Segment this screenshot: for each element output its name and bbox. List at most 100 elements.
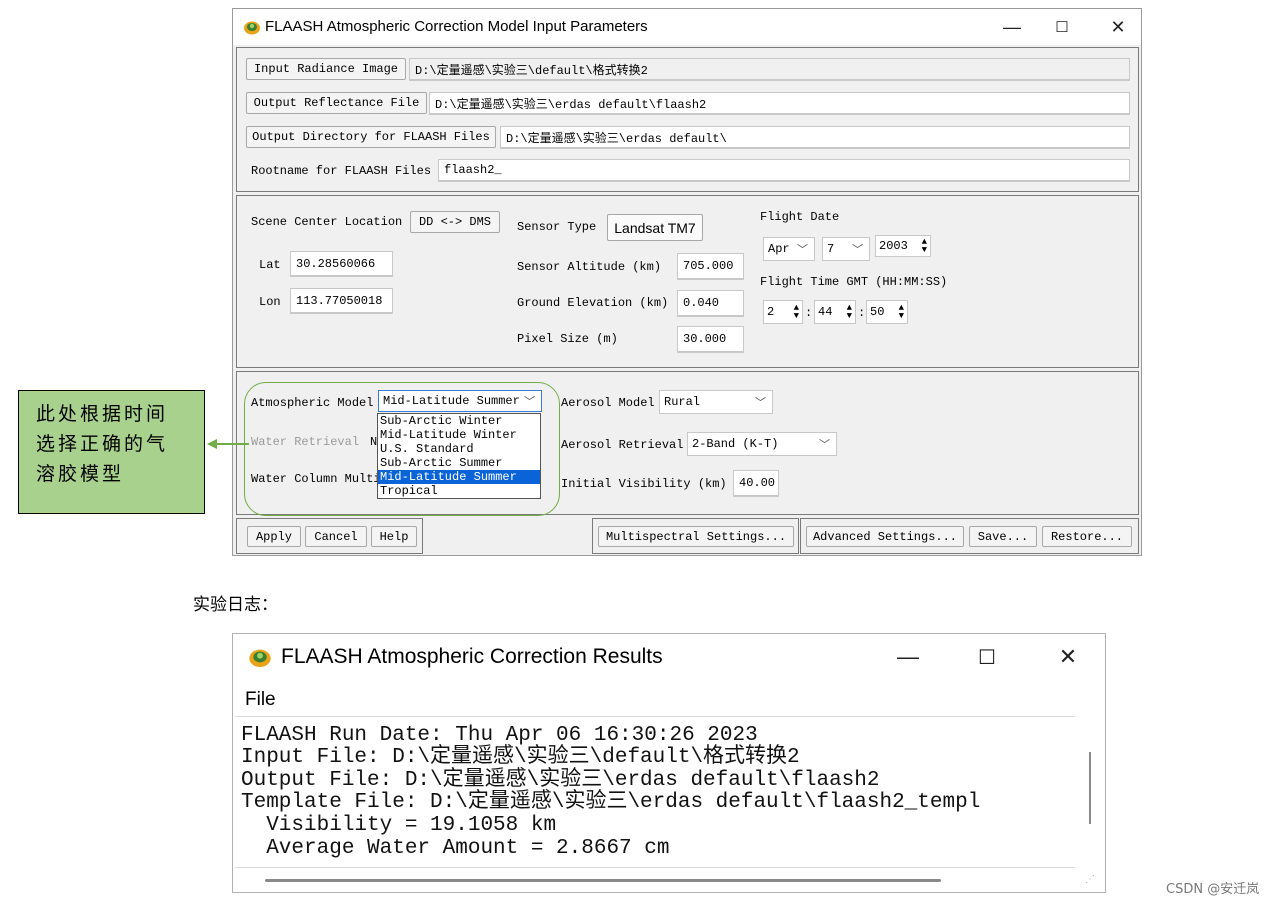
year-spinner[interactable]: 2003 ▲ ▼ [875, 235, 931, 257]
minimize-button[interactable]: — [989, 12, 1035, 42]
output-reflectance-button[interactable]: Output Reflectance File [246, 92, 427, 114]
minute-value: 44 [818, 305, 833, 319]
spinner-arrows-icon[interactable]: ▲ ▼ [922, 238, 927, 255]
watermark: CSDN @安迁岚 [1166, 882, 1260, 897]
lat-label: Lat [259, 258, 281, 272]
file-menu[interactable]: File [245, 689, 276, 711]
ground-elevation-field[interactable]: 0.040 [677, 290, 744, 317]
lat-field[interactable]: 30.28560066 [290, 251, 393, 277]
input-radiance-field[interactable]: D:\定量遥感\实验三\default\格式转换2 [409, 58, 1130, 81]
second-value: 50 [870, 305, 885, 319]
spinner-arrows-icon[interactable]: ▲ ▼ [899, 304, 904, 321]
multispectral-settings-button[interactable]: Multispectral Settings... [598, 526, 794, 547]
dd-dms-button[interactable]: DD <-> DMS [410, 211, 500, 233]
restore-button[interactable]: Restore... [1042, 526, 1132, 547]
option-sub-arctic-summer[interactable]: Sub-Arctic Summer [378, 456, 540, 470]
horizontal-scrollbar[interactable] [265, 879, 941, 882]
atmospheric-model-dropdown[interactable]: Mid-Latitude Summer ﹀ [378, 390, 542, 412]
option-mid-latitude-summer[interactable]: Mid-Latitude Summer [378, 470, 540, 484]
pixel-size-label: Pixel Size (m) [517, 332, 618, 346]
chevron-down-icon: ﹀ [797, 245, 808, 257]
annotation-line: 此处根据时间 [36, 403, 169, 425]
chevron-down-icon: ﹀ [852, 245, 863, 257]
advanced-settings-button[interactable]: Advanced Settings... [806, 526, 964, 547]
log-line: FLAASH Run Date: Thu Apr 06 16:30:26 202… [241, 724, 758, 747]
water-column-label: Water Column Multi [251, 472, 381, 486]
rootname-field[interactable]: flaash2_ [438, 159, 1130, 182]
sensor-altitude-field[interactable]: 705.000 [677, 253, 744, 280]
pixel-size-field[interactable]: 30.000 [677, 326, 744, 353]
flaash-input-window: FLAASH Atmospheric Correction Model Inpu… [232, 8, 1142, 556]
atmospheric-model-options[interactable]: Sub-Arctic Winter Mid-Latitude Winter U.… [377, 413, 541, 499]
time-separator: : [858, 306, 866, 320]
month-value: Apr [768, 242, 790, 256]
help-button[interactable]: Help [371, 526, 417, 547]
flight-date-label: Flight Date [760, 210, 840, 224]
spinner-arrows-icon[interactable]: ▲ ▼ [794, 304, 799, 321]
day-value: 7 [827, 242, 835, 256]
input-radiance-button[interactable]: Input Radiance Image [246, 58, 406, 80]
atmospheric-model-label: Atmospheric Model [251, 396, 374, 410]
envi-app-icon [249, 649, 271, 667]
lon-label: Lon [259, 295, 281, 309]
spinner-arrows-icon[interactable]: ▲ ▼ [847, 304, 852, 321]
annotation-line: 选择正确的气 [36, 433, 169, 455]
atmospheric-model-value: Mid-Latitude Summer [383, 394, 520, 408]
annotation-line: 溶胶模型 [36, 463, 125, 485]
aerosol-retrieval-dropdown[interactable]: 2-Band (K-T) ﹀ [687, 432, 837, 456]
vertical-scrollbar[interactable] [1089, 752, 1091, 824]
resize-grip-icon[interactable]: ⋰ [1085, 874, 1095, 885]
log-line: Template File: D:\定量遥感\实验三\erdas default… [241, 791, 981, 814]
sensor-type-button[interactable]: Landsat TM7 [607, 214, 703, 241]
hour-spinner[interactable]: 2 ▲ ▼ [763, 300, 803, 324]
aerosol-model-label: Aerosol Model [561, 396, 655, 410]
month-dropdown[interactable]: Apr ﹀ [763, 237, 815, 261]
minute-spinner[interactable]: 44 ▲ ▼ [814, 300, 856, 324]
flaash-results-window: FLAASH Atmospheric Correction Results — … [232, 633, 1106, 893]
option-mid-latitude-winter[interactable]: Mid-Latitude Winter [378, 428, 540, 442]
initial-visibility-label: Initial Visibility (km) [561, 477, 727, 491]
log-line: Visibility = 19.1058 km [241, 814, 557, 837]
annotation-callout: 此处根据时间 选择正确的气 溶胶模型 [18, 390, 205, 514]
aerosol-model-dropdown[interactable]: Rural ﹀ [659, 390, 773, 414]
flight-time-label: Flight Time GMT (HH:MM:SS) [760, 275, 948, 289]
time-separator: : [805, 306, 813, 320]
chevron-down-icon: ﹀ [755, 398, 766, 410]
window-title: FLAASH Atmospheric Correction Model Inpu… [265, 18, 648, 35]
output-directory-button[interactable]: Output Directory for FLAASH Files [246, 126, 496, 148]
log-line: Input File: D:\定量遥感\实验三\default\格式转换2 [241, 746, 800, 769]
close-button[interactable]: ✕ [1095, 12, 1141, 42]
log-line: Output File: D:\定量遥感\实验三\erdas default\f… [241, 769, 880, 792]
option-us-standard[interactable]: U.S. Standard [378, 442, 540, 456]
aerosol-retrieval-value: 2-Band (K-T) [692, 437, 779, 451]
second-spinner[interactable]: 50 ▲ ▼ [866, 300, 908, 324]
day-dropdown[interactable]: 7 ﹀ [822, 237, 870, 261]
save-button[interactable]: Save... [969, 526, 1037, 547]
water-retrieval-label: Water Retrieval [251, 435, 360, 449]
chevron-down-icon: ﹀ [524, 397, 535, 409]
option-tropical[interactable]: Tropical [378, 484, 540, 498]
initial-visibility-field[interactable]: 40.00 [733, 470, 779, 497]
output-reflectance-field[interactable]: D:\定量遥感\实验三\erdas default\flaash2 [429, 92, 1130, 115]
hour-value: 2 [767, 305, 775, 319]
scene-center-label: Scene Center Location [251, 215, 403, 229]
sensor-altitude-label: Sensor Altitude (km) [517, 260, 662, 274]
maximize-button[interactable]: ☐ [1039, 12, 1085, 42]
aerosol-model-value: Rural [664, 395, 701, 409]
arrow-left-icon [207, 439, 249, 449]
log-text-area[interactable]: FLAASH Run Date: Thu Apr 06 16:30:26 202… [235, 716, 1075, 868]
minimize-button[interactable]: — [885, 642, 931, 672]
year-value: 2003 [879, 239, 908, 253]
lon-field[interactable]: 113.77050018 [290, 288, 393, 314]
cancel-button[interactable]: Cancel [305, 526, 367, 547]
chevron-down-icon: ﹀ [819, 440, 830, 452]
envi-app-icon [244, 21, 260, 35]
option-sub-arctic-winter[interactable]: Sub-Arctic Winter [378, 414, 540, 428]
apply-button[interactable]: Apply [247, 526, 301, 547]
output-directory-field[interactable]: D:\定量遥感\实验三\erdas default\ [500, 126, 1130, 149]
ground-elevation-label: Ground Elevation (km) [517, 296, 669, 310]
close-button[interactable]: ✕ [1045, 642, 1091, 672]
log-heading: 实验日志： [193, 595, 278, 615]
maximize-button[interactable]: ☐ [964, 642, 1010, 672]
sensor-type-label: Sensor Type [517, 220, 597, 234]
